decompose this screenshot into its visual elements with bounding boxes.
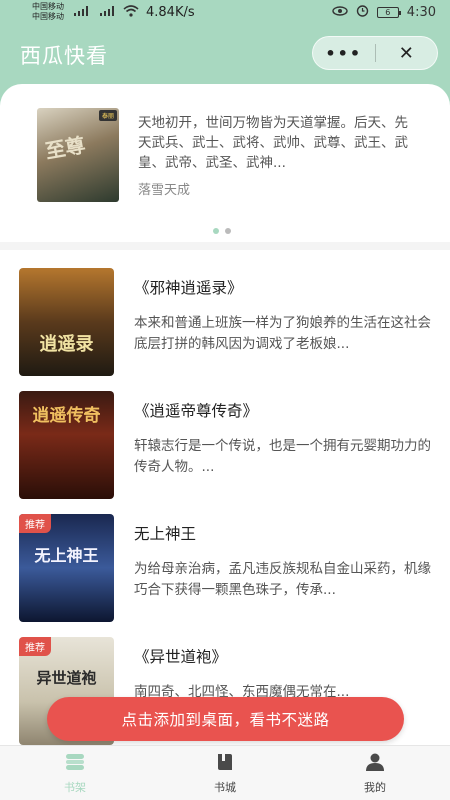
- book-description: 为给母亲治病，孟凡违反族规私自金山采药，机缘巧合下获得一颗黑色珠子，传承...: [134, 561, 431, 598]
- list-item[interactable]: 逍遥传奇 《逍遥帝尊传奇》 轩辕志行是一个传说，也是一个拥有元婴期功力的传奇人物…: [0, 373, 450, 499]
- carrier-1: 中国移动: [32, 2, 64, 11]
- bookshelf-icon: [64, 752, 86, 775]
- featured-book-cover[interactable]: 泰丽 至尊: [37, 108, 119, 202]
- add-to-desktop-button[interactable]: 点击添加到桌面，看书不迷路: [47, 697, 404, 741]
- book-list: 逍遥录 《邪神逍遥录》 本来和普通上班族一样为了狗娘养的生活在这社会底层打拼的韩…: [0, 250, 450, 745]
- pager-dot-1[interactable]: [213, 228, 219, 234]
- cover-text: 无上神王: [34, 546, 99, 565]
- network-speed: 4.84K/s: [146, 5, 195, 20]
- featured-carousel[interactable]: 泰丽 至尊 天地初开，世间万物皆为天道掌握。后天、先天武兵、武士、武将、武帅、武…: [0, 84, 450, 242]
- eye-icon: [332, 5, 348, 20]
- featured-description[interactable]: 天地初开，世间万物皆为天道掌握。后天、先天武兵、武士、武将、武帅、武尊、武王、武…: [138, 113, 408, 173]
- clock: 4:30: [406, 5, 436, 20]
- bottom-tab-bar: 书架 书城 我的: [0, 745, 450, 800]
- list-item[interactable]: 推荐 无上神王 无上神王 为给母亲治病，孟凡违反族规私自金山采药，机缘巧合下获得…: [0, 496, 450, 622]
- book-cover[interactable]: 逍遥录: [19, 268, 114, 376]
- cover-tag: 泰丽: [98, 110, 117, 121]
- status-bar: 中国移动 中国移动 4.84K/s 6 4:30: [0, 0, 450, 28]
- tab-label: 书城: [214, 780, 236, 794]
- cover-text: 异世道袍: [36, 669, 97, 687]
- tab-label: 书架: [64, 780, 86, 794]
- cover-text: 逍遥录: [39, 334, 94, 355]
- battery-icon: 6: [376, 7, 401, 18]
- wifi-icon: [123, 5, 139, 19]
- book-cover[interactable]: 推荐 无上神王: [19, 514, 114, 622]
- book-cover[interactable]: 逍遥传奇: [19, 391, 114, 499]
- pager-dot-2[interactable]: [225, 228, 231, 234]
- featured-cover-text: 至尊: [43, 132, 88, 164]
- list-item[interactable]: 逍遥录 《邪神逍遥录》 本来和普通上班族一样为了狗娘养的生活在这社会底层打拼的韩…: [0, 250, 450, 376]
- signal-icon: [74, 6, 94, 18]
- carrier-2: 中国移动: [32, 12, 64, 21]
- tab-label: 我的: [364, 780, 386, 794]
- user-icon: [364, 752, 386, 775]
- app-title: 西瓜快看: [20, 44, 108, 68]
- book-icon: [214, 752, 236, 775]
- book-description: 轩辕志行是一个传说，也是一个拥有元婴期功力的传奇人物。...: [134, 438, 431, 475]
- recommend-badge: 推荐: [19, 637, 51, 656]
- carousel-pager: [213, 228, 231, 234]
- book-title[interactable]: 《邪神逍遥录》: [134, 276, 243, 298]
- book-title[interactable]: 无上神王: [134, 522, 196, 544]
- signal-icon-2: [100, 6, 120, 18]
- tab-bookstore[interactable]: 书城: [150, 746, 300, 800]
- featured-author: 落雪天成: [138, 183, 191, 198]
- book-description: 本来和普通上班族一样为了狗娘养的生活在这社会底层打拼的韩风因为调戏了老板娘...: [134, 315, 431, 352]
- cover-text: 逍遥传奇: [32, 406, 101, 426]
- book-title[interactable]: 《异世道袍》: [134, 645, 227, 667]
- carrier-labels: 中国移动 中国移动: [32, 2, 64, 22]
- alarm-icon: [356, 4, 369, 21]
- book-title[interactable]: 《逍遥帝尊传奇》: [134, 399, 258, 421]
- tab-mine[interactable]: 我的: [300, 746, 450, 800]
- mini-program-capsule: ••• ✕: [312, 36, 438, 70]
- more-button[interactable]: •••: [313, 36, 375, 70]
- close-button[interactable]: ✕: [375, 36, 437, 70]
- recommend-badge: 推荐: [19, 514, 51, 533]
- tab-bookshelf[interactable]: 书架: [0, 746, 150, 800]
